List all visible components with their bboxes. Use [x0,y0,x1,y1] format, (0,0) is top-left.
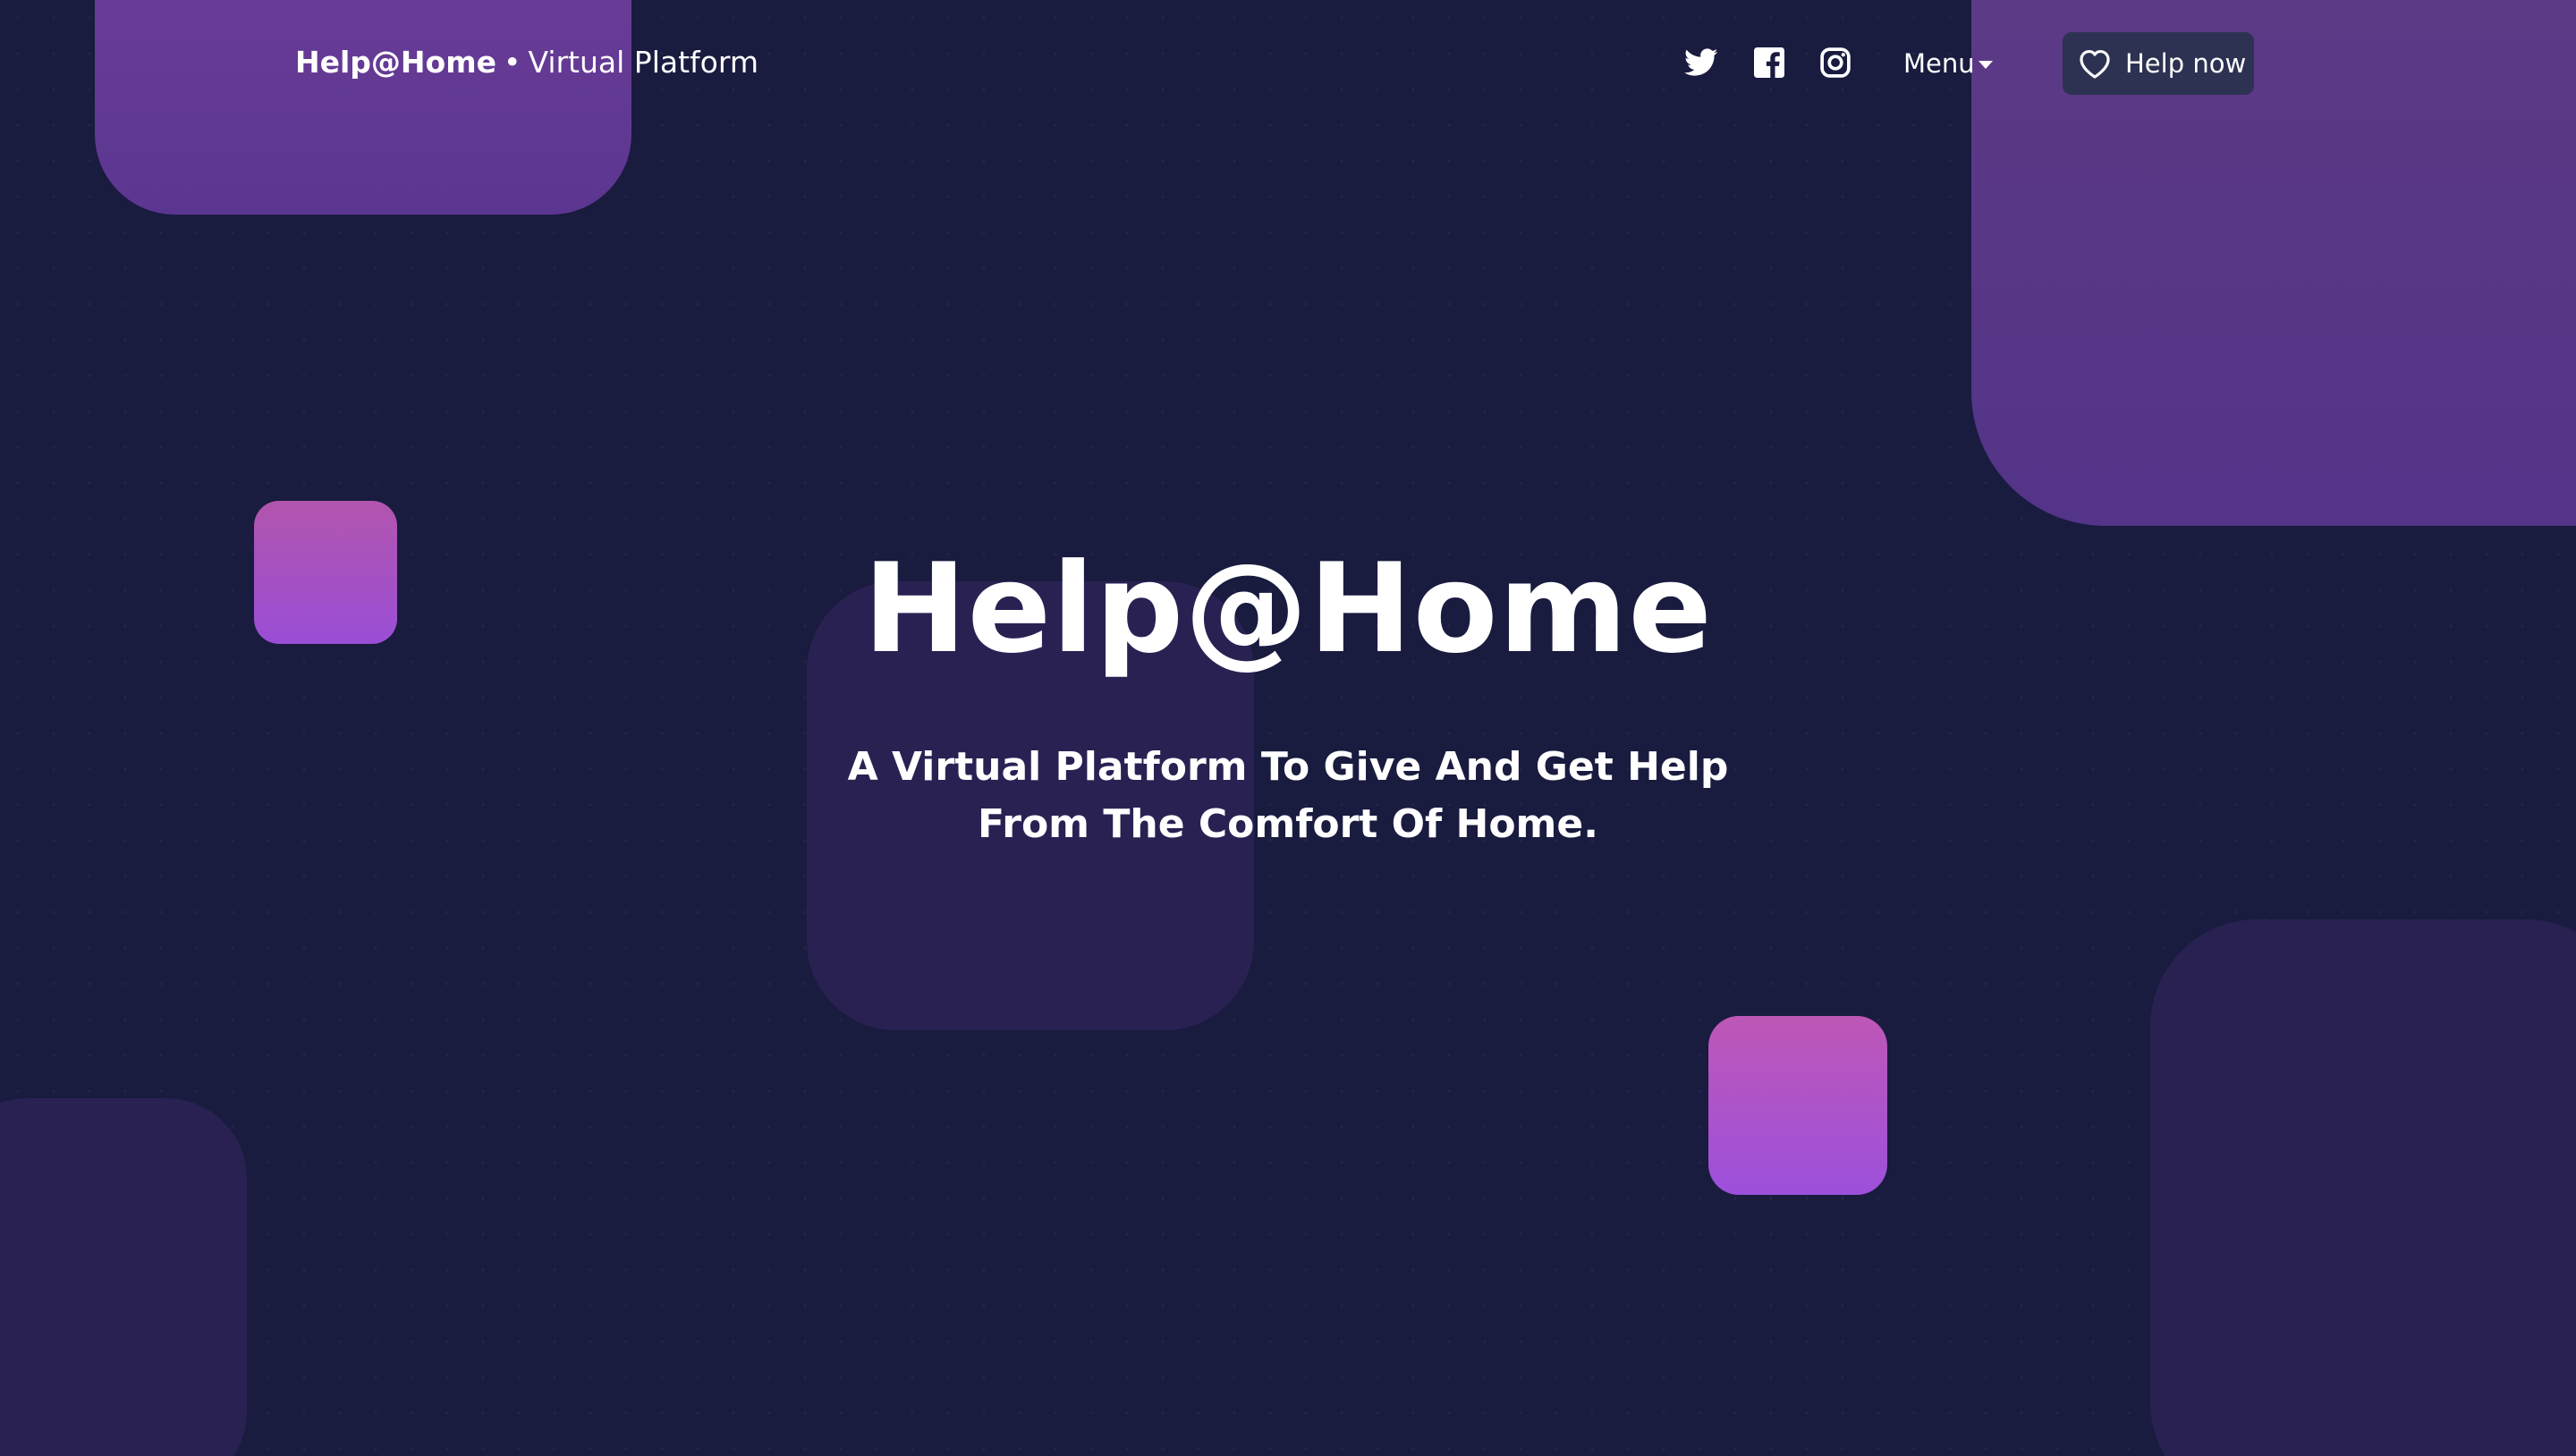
menu-dropdown[interactable]: Menu [1903,45,1993,82]
decorative-shape-top-left [95,0,631,215]
hero-subtitle: A Virtual Platform To Give And Get Help … [847,744,1729,847]
brand-tagline: Virtual Platform [528,45,758,80]
heart-icon [2077,46,2113,81]
twitter-link[interactable] [1683,45,1719,80]
hero-title: Help@Home [863,537,1713,681]
instagram-icon [1820,47,1851,78]
decorative-shape-bottom-left [0,1098,247,1456]
chevron-down-icon [1978,60,1993,69]
facebook-icon [1754,47,1784,78]
twitter-icon [1684,48,1718,76]
facebook-link[interactable] [1751,45,1787,80]
help-now-button[interactable]: Help now [2063,32,2254,95]
menu-label: Menu [1903,48,1975,79]
brand-logo[interactable]: Help@Home • Virtual Platform [295,43,758,82]
decorative-square-pink-large [1708,1016,1887,1195]
instagram-link[interactable] [1818,45,1853,80]
help-now-label: Help now [2125,48,2247,79]
brand-separator: • [504,45,521,80]
brand-name: Help@Home [295,45,496,80]
decorative-shape-bottom-right [2150,919,2576,1456]
